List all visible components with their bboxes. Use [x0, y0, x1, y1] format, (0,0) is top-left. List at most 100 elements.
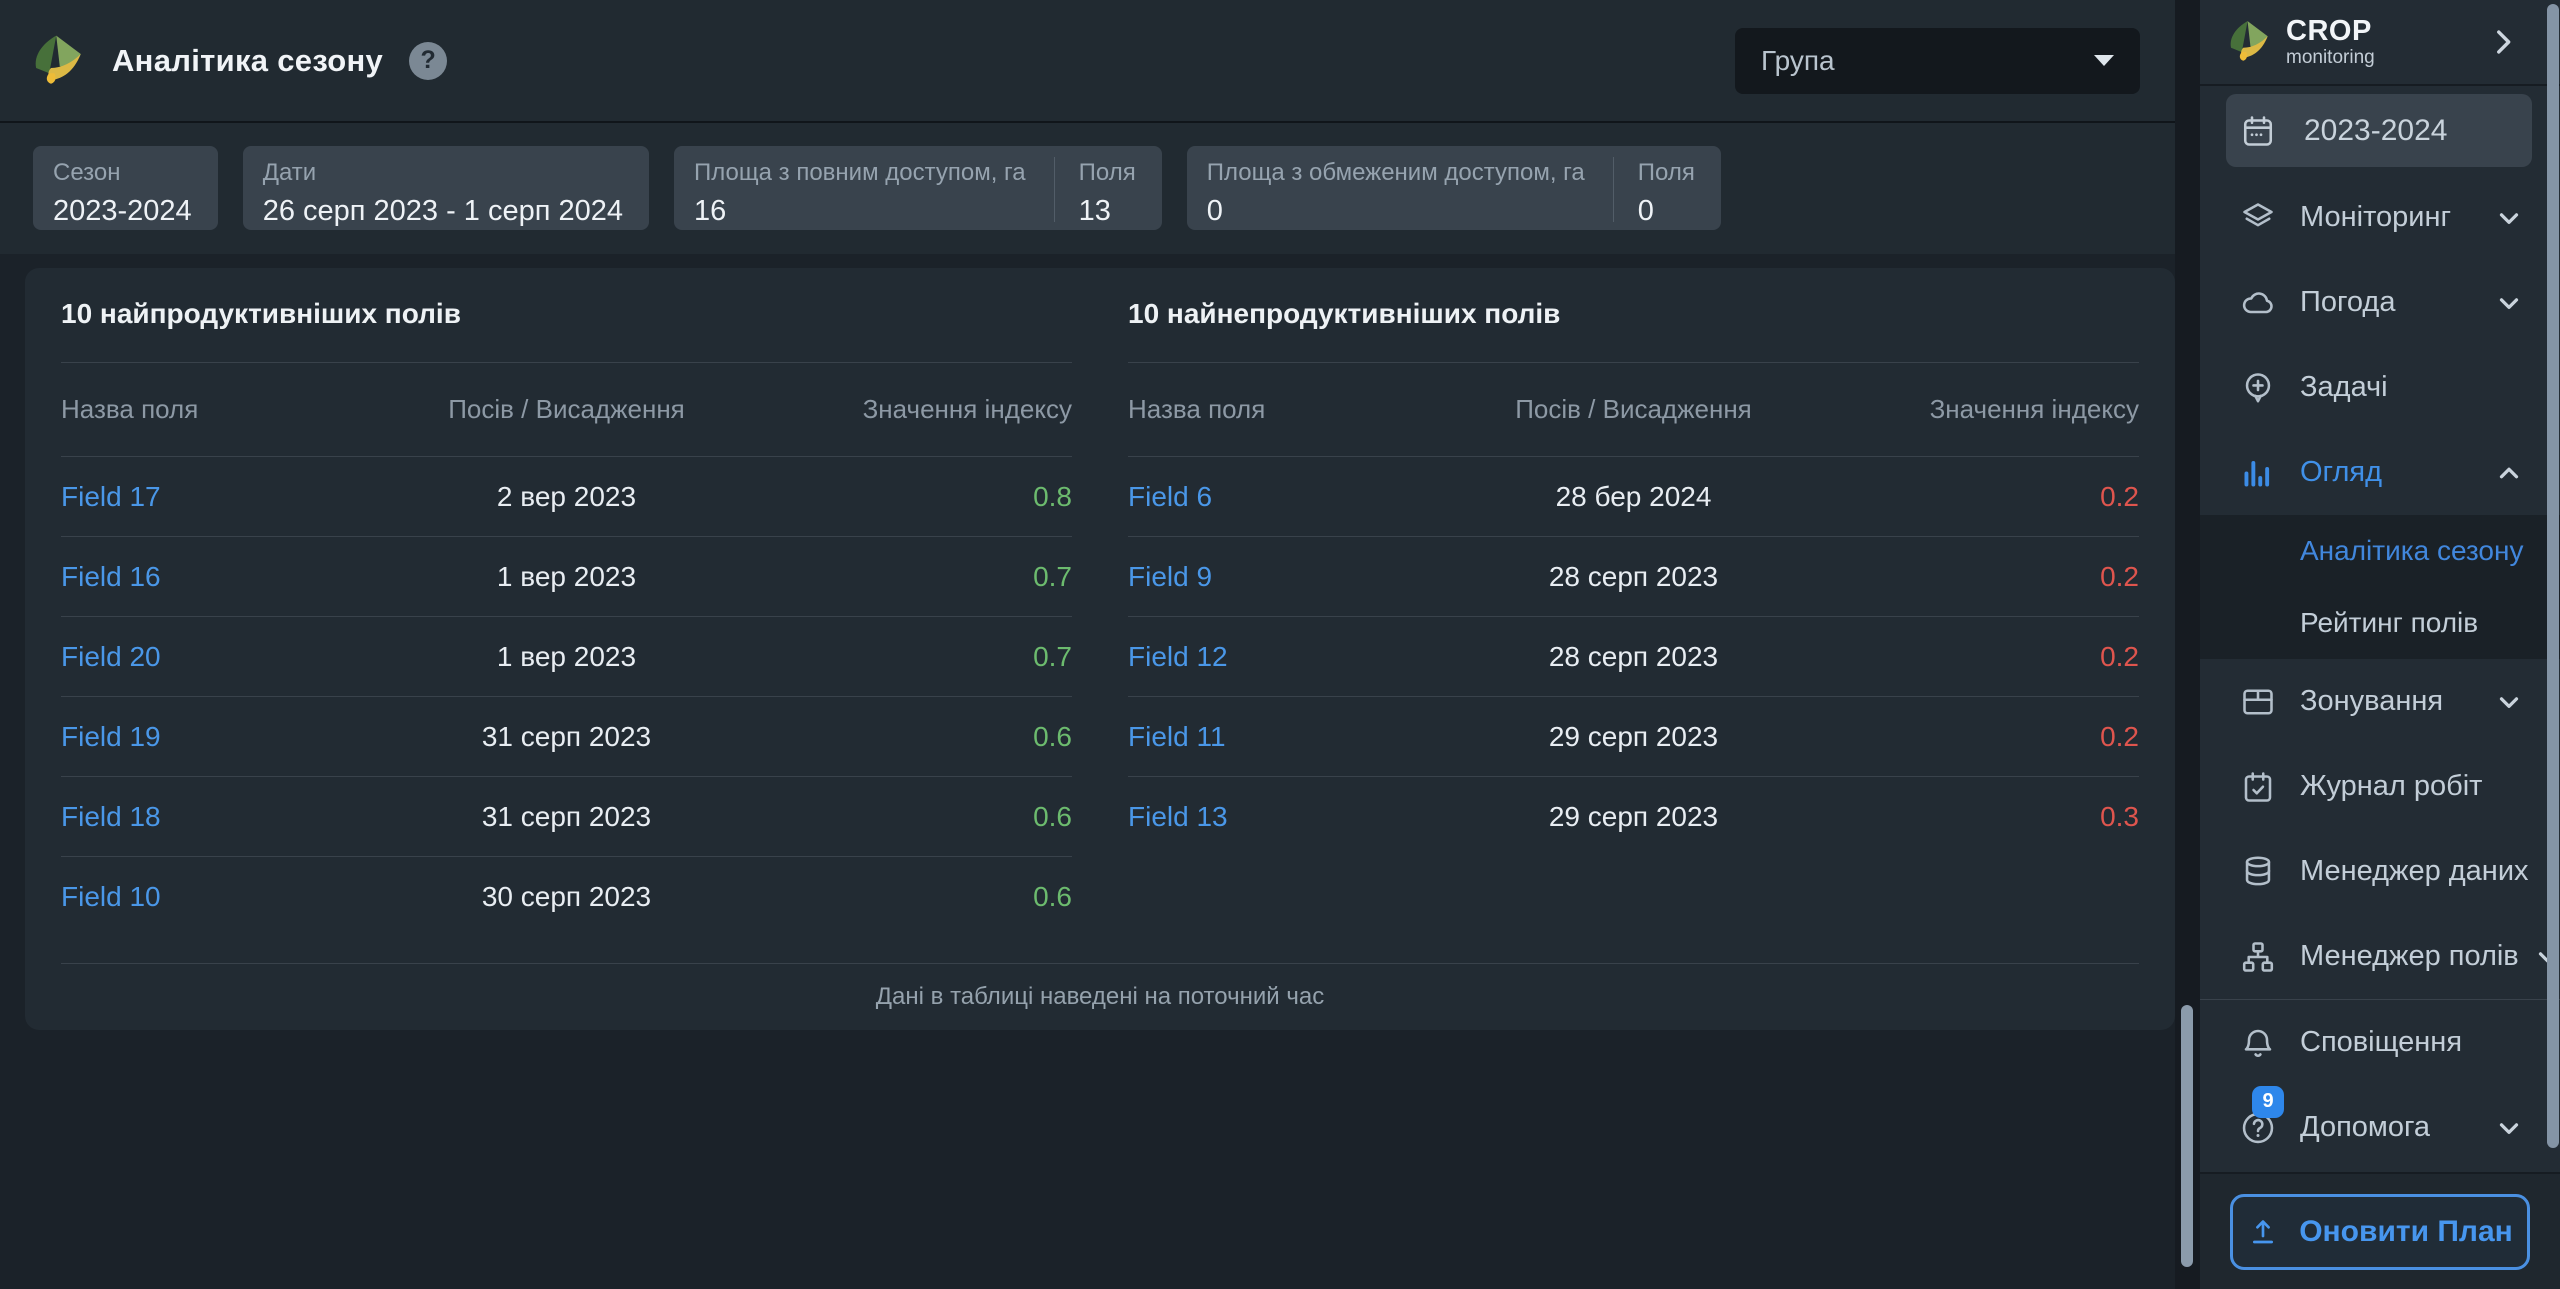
sidebar-item-data-manager[interactable]: Менеджер даних	[2200, 829, 2560, 914]
sidebar-item-weather[interactable]: Погода	[2200, 260, 2560, 345]
sowing-date: 28 бер 2024	[1555, 480, 1712, 512]
caret-down-icon	[2094, 55, 2114, 66]
main-scrollbar-thumb[interactable]	[2181, 1005, 2193, 1267]
cloud-icon	[2242, 291, 2273, 313]
sowing-date: 30 серп 2023	[481, 881, 652, 912]
index-value: 0.7	[1033, 640, 1072, 672]
table-row: Field 17 2 вер 2023 0.8	[61, 457, 1072, 537]
limited-access-fields-value: 0	[1637, 195, 1654, 227]
sidebar-item-help[interactable]: 9 Допомога	[2200, 1085, 2560, 1170]
col-field-name: Назва поля	[1128, 394, 1266, 424]
sidebar-item-notifications[interactable]: Сповіщення	[2200, 1000, 2560, 1085]
chip-divider	[1053, 157, 1055, 222]
full-access-chip: Площа з повним доступом, га 16 Поля 13	[674, 146, 1162, 230]
table-row: Field 9 28 серп 2023 0.2	[1128, 537, 2139, 617]
col-sowing: Посів / Висадження	[448, 394, 685, 424]
submenu-item-field-ranking[interactable]: Рейтинг полів	[2200, 587, 2560, 659]
calendar-icon	[2243, 115, 2273, 146]
table-row: Field 20 1 вер 2023 0.7	[61, 617, 1072, 697]
update-plan-button[interactable]: Оновити План	[2230, 1193, 2530, 1270]
sowing-date: 1 вер 2023	[496, 640, 637, 672]
zoning-layout-icon	[2243, 688, 2273, 715]
brand-name: CROP	[2286, 15, 2372, 47]
sidebar-item-field-manager[interactable]: Менеджер полів	[2200, 914, 2560, 999]
sidebar-item-label: Менеджер даних	[2300, 855, 2529, 887]
sidebar-item-tasks[interactable]: Задачі	[2200, 345, 2560, 430]
hierarchy-icon	[2242, 941, 2274, 972]
sidebar-item-zoning[interactable]: Зонування	[2200, 659, 2560, 744]
sidebar-footer: Оновити План	[2200, 1172, 2560, 1289]
group-dropdown-label: Група	[1761, 44, 1835, 76]
help-icon[interactable]: ?	[409, 41, 448, 80]
submenu-item-label: Рейтинг полів	[2300, 607, 2479, 638]
limited-access-area-value: 0	[1206, 195, 1223, 227]
sidebar: CROP monitoring 2023-2024 Моніторинг Пог…	[2200, 0, 2560, 1289]
crop-logo-icon	[35, 35, 81, 84]
sidebar-item-label: Сповіщення	[2300, 1026, 2463, 1058]
field-link[interactable]: Field 20	[61, 641, 370, 673]
full-access-fields-value: 13	[1078, 195, 1111, 227]
field-link[interactable]: Field 13	[1128, 801, 1437, 833]
database-icon	[2245, 855, 2271, 885]
brand: CROP monitoring	[2286, 15, 2375, 68]
chevron-down-icon	[2499, 1122, 2519, 1134]
work-log-icon	[2244, 771, 2272, 802]
least-productive-title: 10 найнепродуктивніших полів	[1128, 268, 2139, 363]
index-value: 0.3	[2100, 801, 2139, 832]
season-chip: Сезон 2023-2024	[33, 146, 218, 230]
sidebar-scrollbar-thumb[interactable]	[2547, 4, 2559, 1148]
task-pin-plus-icon	[2245, 372, 2271, 402]
chip-divider	[1612, 157, 1614, 222]
sidebar-item-label: Зонування	[2300, 685, 2444, 717]
field-link[interactable]: Field 19	[61, 721, 370, 753]
field-link[interactable]: Field 11	[1128, 721, 1437, 753]
sidebar-item-work-log[interactable]: Журнал робіт	[2200, 744, 2560, 829]
main-scrollbar-track	[2175, 0, 2200, 1289]
sidebar-season-selector[interactable]: 2023-2024	[2226, 94, 2532, 167]
full-access-fields-label: Поля	[1078, 159, 1136, 186]
group-dropdown[interactable]: Група	[1735, 27, 2140, 94]
bar-chart-icon	[2244, 460, 2270, 486]
table-row: Field 13 29 серп 2023 0.3	[1128, 777, 2139, 857]
sidebar-item-overview[interactable]: Огляд	[2200, 430, 2560, 515]
fields-ranking-card: 10 найпродуктивніших полів Назва поля По…	[25, 268, 2175, 1030]
sowing-date: 28 серп 2023	[1548, 560, 1719, 592]
overview-submenu: Аналітика сезону Рейтинг полів	[2200, 515, 2560, 659]
table-row: Field 19 31 серп 2023 0.6	[61, 697, 1072, 777]
app-window: Аналітика сезону ? Група Сезон 2023-2024…	[0, 0, 2560, 1289]
crop-logo-icon	[2230, 21, 2268, 61]
table-footnote: Дані в таблиці наведені на поточний час	[61, 963, 2139, 1030]
index-value: 0.2	[2100, 640, 2139, 672]
sidebar-item-monitoring[interactable]: Моніторинг	[2200, 175, 2560, 260]
dates-label: Дати	[262, 159, 317, 186]
field-link[interactable]: Field 18	[61, 801, 370, 833]
field-link[interactable]: Field 9	[1128, 561, 1437, 593]
limited-access-chip: Площа з обмеженим доступом, га 0 Поля 0	[1186, 146, 1721, 230]
most-productive-panel: 10 найпродуктивніших полів Назва поля По…	[61, 268, 1072, 937]
index-value: 0.6	[1033, 720, 1072, 752]
submenu-item-season-analytics[interactable]: Аналітика сезону	[2200, 515, 2560, 587]
table-row: Field 16 1 вер 2023 0.7	[61, 537, 1072, 617]
field-link[interactable]: Field 17	[61, 481, 370, 513]
field-link[interactable]: Field 6	[1128, 481, 1437, 513]
bell-icon	[2244, 1029, 2272, 1057]
page-title: Аналітика сезону	[112, 42, 384, 78]
index-value: 0.6	[1033, 881, 1072, 912]
chevron-up-icon	[2499, 467, 2519, 478]
field-link[interactable]: Field 12	[1128, 641, 1437, 673]
brand-subtitle: monitoring	[2286, 47, 2375, 68]
index-value: 0.8	[1033, 480, 1072, 512]
index-value: 0.6	[1033, 800, 1072, 832]
sidebar-item-label: Менеджер полів	[2300, 940, 2519, 972]
sidebar-collapse-icon[interactable]	[2486, 25, 2520, 59]
index-value: 0.2	[2100, 480, 2139, 512]
index-value: 0.2	[2100, 720, 2139, 752]
field-link[interactable]: Field 10	[61, 881, 370, 913]
sowing-date: 2 вер 2023	[496, 480, 637, 512]
content-area: 10 найпродуктивніших полів Назва поля По…	[0, 254, 2200, 1287]
field-link[interactable]: Field 16	[61, 561, 370, 593]
season-stats-bar: Сезон 2023-2024 Дати 26 серп 2023 - 1 се…	[0, 123, 2200, 254]
least-productive-panel: 10 найнепродуктивніших полів Назва поля …	[1128, 268, 2139, 937]
sidebar-season-label: 2023-2024	[2304, 113, 2448, 147]
chevron-down-icon	[2499, 696, 2519, 708]
